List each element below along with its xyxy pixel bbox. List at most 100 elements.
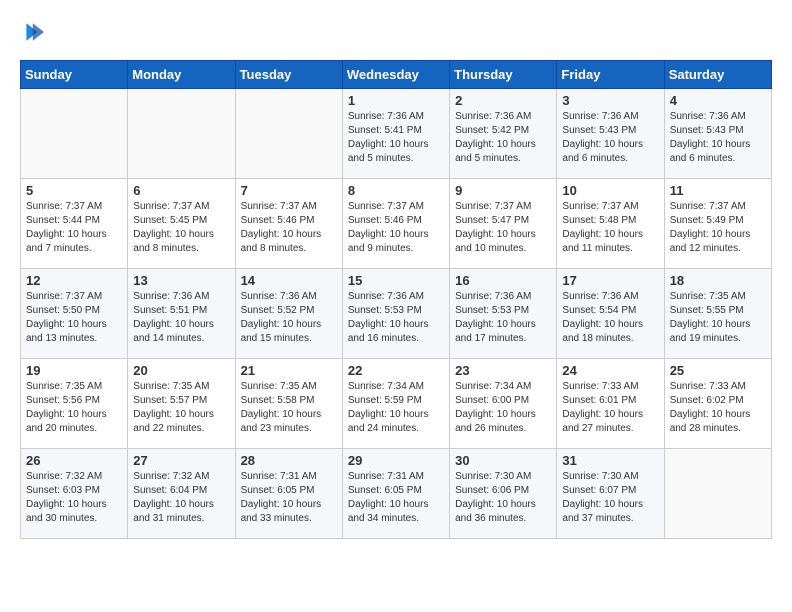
day-number: 8 bbox=[348, 183, 444, 198]
calendar-cell: 10 Sunrise: 7:37 AM Sunset: 5:48 PM Dayli… bbox=[557, 179, 664, 269]
day-info: Sunrise: 7:36 AM Sunset: 5:41 PM Dayligh… bbox=[348, 110, 444, 166]
day-number: 28 bbox=[241, 453, 337, 468]
day-number: 20 bbox=[133, 363, 229, 378]
calendar-cell: 30 Sunrise: 7:30 AM Sunset: 6:06 PM Dayli… bbox=[450, 449, 557, 539]
week-row-4: 19 Sunrise: 7:35 AM Sunset: 5:56 PM Dayli… bbox=[21, 359, 772, 449]
day-number: 7 bbox=[241, 183, 337, 198]
weekday-header-row: SundayMondayTuesdayWednesdayThursdayFrid… bbox=[21, 61, 772, 89]
day-info: Sunrise: 7:37 AM Sunset: 5:46 PM Dayligh… bbox=[241, 200, 337, 256]
page-header bbox=[20, 20, 772, 44]
day-info: Sunrise: 7:36 AM Sunset: 5:53 PM Dayligh… bbox=[455, 290, 551, 346]
calendar-cell: 26Sunrise: 7:32 AM Sunset: 6:03 PM Dayli… bbox=[21, 449, 128, 539]
week-row-5: 26Sunrise: 7:32 AM Sunset: 6:03 PM Dayli… bbox=[21, 449, 772, 539]
day-number: 13 bbox=[133, 273, 229, 288]
day-number: 26 bbox=[26, 453, 122, 468]
day-info: Sunrise: 7:30 AM Sunset: 6:06 PM Dayligh… bbox=[455, 470, 551, 526]
day-number: 5 bbox=[26, 183, 122, 198]
weekday-header-sunday: Sunday bbox=[21, 61, 128, 89]
day-number: 9 bbox=[455, 183, 551, 198]
day-number: 27 bbox=[133, 453, 229, 468]
day-info: Sunrise: 7:35 AM Sunset: 5:58 PM Dayligh… bbox=[241, 380, 337, 436]
calendar-cell: 17Sunrise: 7:36 AM Sunset: 5:54 PM Dayli… bbox=[557, 269, 664, 359]
weekday-header-friday: Friday bbox=[557, 61, 664, 89]
weekday-header-saturday: Saturday bbox=[664, 61, 771, 89]
calendar-cell: 12 Sunrise: 7:37 AM Sunset: 5:50 PM Dayli… bbox=[21, 269, 128, 359]
day-info: Sunrise: 7:36 AM Sunset: 5:42 PM Dayligh… bbox=[455, 110, 551, 166]
calendar-cell: 29Sunrise: 7:31 AM Sunset: 6:05 PM Dayli… bbox=[342, 449, 449, 539]
calendar-cell: 9 Sunrise: 7:37 AM Sunset: 5:47 PM Daylig… bbox=[450, 179, 557, 269]
calendar-cell: 25 Sunrise: 7:33 AM Sunset: 6:02 PM Dayli… bbox=[664, 359, 771, 449]
day-number: 12 bbox=[26, 273, 122, 288]
day-info: Sunrise: 7:34 AM Sunset: 5:59 PM Dayligh… bbox=[348, 380, 444, 436]
day-number: 21 bbox=[241, 363, 337, 378]
day-info: Sunrise: 7:33 AM Sunset: 6:02 PM Dayligh… bbox=[670, 380, 766, 436]
day-number: 30 bbox=[455, 453, 551, 468]
day-info: Sunrise: 7:37 AM Sunset: 5:46 PM Dayligh… bbox=[348, 200, 444, 256]
calendar-cell: 22 Sunrise: 7:34 AM Sunset: 5:59 PM Dayli… bbox=[342, 359, 449, 449]
day-number: 24 bbox=[562, 363, 658, 378]
calendar-cell: 20 Sunrise: 7:35 AM Sunset: 5:57 PM Dayli… bbox=[128, 359, 235, 449]
calendar-cell: 5 Sunrise: 7:37 AM Sunset: 5:44 PM Daylig… bbox=[21, 179, 128, 269]
day-info: Sunrise: 7:35 AM Sunset: 5:57 PM Dayligh… bbox=[133, 380, 229, 436]
calendar-cell: 15Sunrise: 7:36 AM Sunset: 5:53 PM Dayli… bbox=[342, 269, 449, 359]
week-row-2: 5 Sunrise: 7:37 AM Sunset: 5:44 PM Daylig… bbox=[21, 179, 772, 269]
calendar-cell: 1Sunrise: 7:36 AM Sunset: 5:41 PM Daylig… bbox=[342, 89, 449, 179]
day-number: 31 bbox=[562, 453, 658, 468]
weekday-header-wednesday: Wednesday bbox=[342, 61, 449, 89]
day-info: Sunrise: 7:36 AM Sunset: 5:43 PM Dayligh… bbox=[562, 110, 658, 166]
calendar-cell: 27 Sunrise: 7:32 AM Sunset: 6:04 PM Dayli… bbox=[128, 449, 235, 539]
day-info: Sunrise: 7:30 AM Sunset: 6:07 PM Dayligh… bbox=[562, 470, 658, 526]
day-info: Sunrise: 7:36 AM Sunset: 5:52 PM Dayligh… bbox=[241, 290, 337, 346]
calendar-cell: 19 Sunrise: 7:35 AM Sunset: 5:56 PM Dayli… bbox=[21, 359, 128, 449]
day-info: Sunrise: 7:37 AM Sunset: 5:49 PM Dayligh… bbox=[670, 200, 766, 256]
calendar-cell: 11Sunrise: 7:37 AM Sunset: 5:49 PM Dayli… bbox=[664, 179, 771, 269]
calendar-cell: 8 Sunrise: 7:37 AM Sunset: 5:46 PM Daylig… bbox=[342, 179, 449, 269]
calendar-cell: 23 Sunrise: 7:34 AM Sunset: 6:00 PM Dayli… bbox=[450, 359, 557, 449]
day-number: 10 bbox=[562, 183, 658, 198]
day-number: 4 bbox=[670, 93, 766, 108]
calendar-cell bbox=[235, 89, 342, 179]
day-number: 23 bbox=[455, 363, 551, 378]
calendar-cell: 28 Sunrise: 7:31 AM Sunset: 6:05 PM Dayli… bbox=[235, 449, 342, 539]
day-info: Sunrise: 7:32 AM Sunset: 6:04 PM Dayligh… bbox=[133, 470, 229, 526]
calendar-cell: 7 Sunrise: 7:37 AM Sunset: 5:46 PM Daylig… bbox=[235, 179, 342, 269]
calendar-cell: 21 Sunrise: 7:35 AM Sunset: 5:58 PM Dayli… bbox=[235, 359, 342, 449]
weekday-header-tuesday: Tuesday bbox=[235, 61, 342, 89]
calendar-cell: 2 Sunrise: 7:36 AM Sunset: 5:42 PM Daylig… bbox=[450, 89, 557, 179]
day-info: Sunrise: 7:36 AM Sunset: 5:43 PM Dayligh… bbox=[670, 110, 766, 166]
calendar-cell: 24 Sunrise: 7:33 AM Sunset: 6:01 PM Dayli… bbox=[557, 359, 664, 449]
day-info: Sunrise: 7:36 AM Sunset: 5:54 PM Dayligh… bbox=[562, 290, 658, 346]
calendar-cell: 16 Sunrise: 7:36 AM Sunset: 5:53 PM Dayli… bbox=[450, 269, 557, 359]
day-info: Sunrise: 7:37 AM Sunset: 5:47 PM Dayligh… bbox=[455, 200, 551, 256]
calendar-cell bbox=[664, 449, 771, 539]
calendar-cell bbox=[128, 89, 235, 179]
calendar-cell: 18Sunrise: 7:35 AM Sunset: 5:55 PM Dayli… bbox=[664, 269, 771, 359]
day-number: 25 bbox=[670, 363, 766, 378]
day-info: Sunrise: 7:37 AM Sunset: 5:48 PM Dayligh… bbox=[562, 200, 658, 256]
day-number: 22 bbox=[348, 363, 444, 378]
day-info: Sunrise: 7:37 AM Sunset: 5:50 PM Dayligh… bbox=[26, 290, 122, 346]
day-info: Sunrise: 7:37 AM Sunset: 5:45 PM Dayligh… bbox=[133, 200, 229, 256]
day-number: 6 bbox=[133, 183, 229, 198]
day-number: 16 bbox=[455, 273, 551, 288]
day-info: Sunrise: 7:31 AM Sunset: 6:05 PM Dayligh… bbox=[348, 470, 444, 526]
week-row-3: 12 Sunrise: 7:37 AM Sunset: 5:50 PM Dayli… bbox=[21, 269, 772, 359]
weekday-header-monday: Monday bbox=[128, 61, 235, 89]
week-row-1: 1Sunrise: 7:36 AM Sunset: 5:41 PM Daylig… bbox=[21, 89, 772, 179]
day-info: Sunrise: 7:37 AM Sunset: 5:44 PM Dayligh… bbox=[26, 200, 122, 256]
day-number: 2 bbox=[455, 93, 551, 108]
day-info: Sunrise: 7:31 AM Sunset: 6:05 PM Dayligh… bbox=[241, 470, 337, 526]
weekday-header-thursday: Thursday bbox=[450, 61, 557, 89]
calendar-cell: 31 Sunrise: 7:30 AM Sunset: 6:07 PM Dayli… bbox=[557, 449, 664, 539]
day-info: Sunrise: 7:33 AM Sunset: 6:01 PM Dayligh… bbox=[562, 380, 658, 436]
day-number: 19 bbox=[26, 363, 122, 378]
day-info: Sunrise: 7:36 AM Sunset: 5:51 PM Dayligh… bbox=[133, 290, 229, 346]
calendar-cell bbox=[21, 89, 128, 179]
day-number: 14 bbox=[241, 273, 337, 288]
day-info: Sunrise: 7:34 AM Sunset: 6:00 PM Dayligh… bbox=[455, 380, 551, 436]
day-number: 18 bbox=[670, 273, 766, 288]
logo-icon bbox=[20, 20, 44, 44]
day-info: Sunrise: 7:35 AM Sunset: 5:56 PM Dayligh… bbox=[26, 380, 122, 436]
day-number: 3 bbox=[562, 93, 658, 108]
day-info: Sunrise: 7:36 AM Sunset: 5:53 PM Dayligh… bbox=[348, 290, 444, 346]
